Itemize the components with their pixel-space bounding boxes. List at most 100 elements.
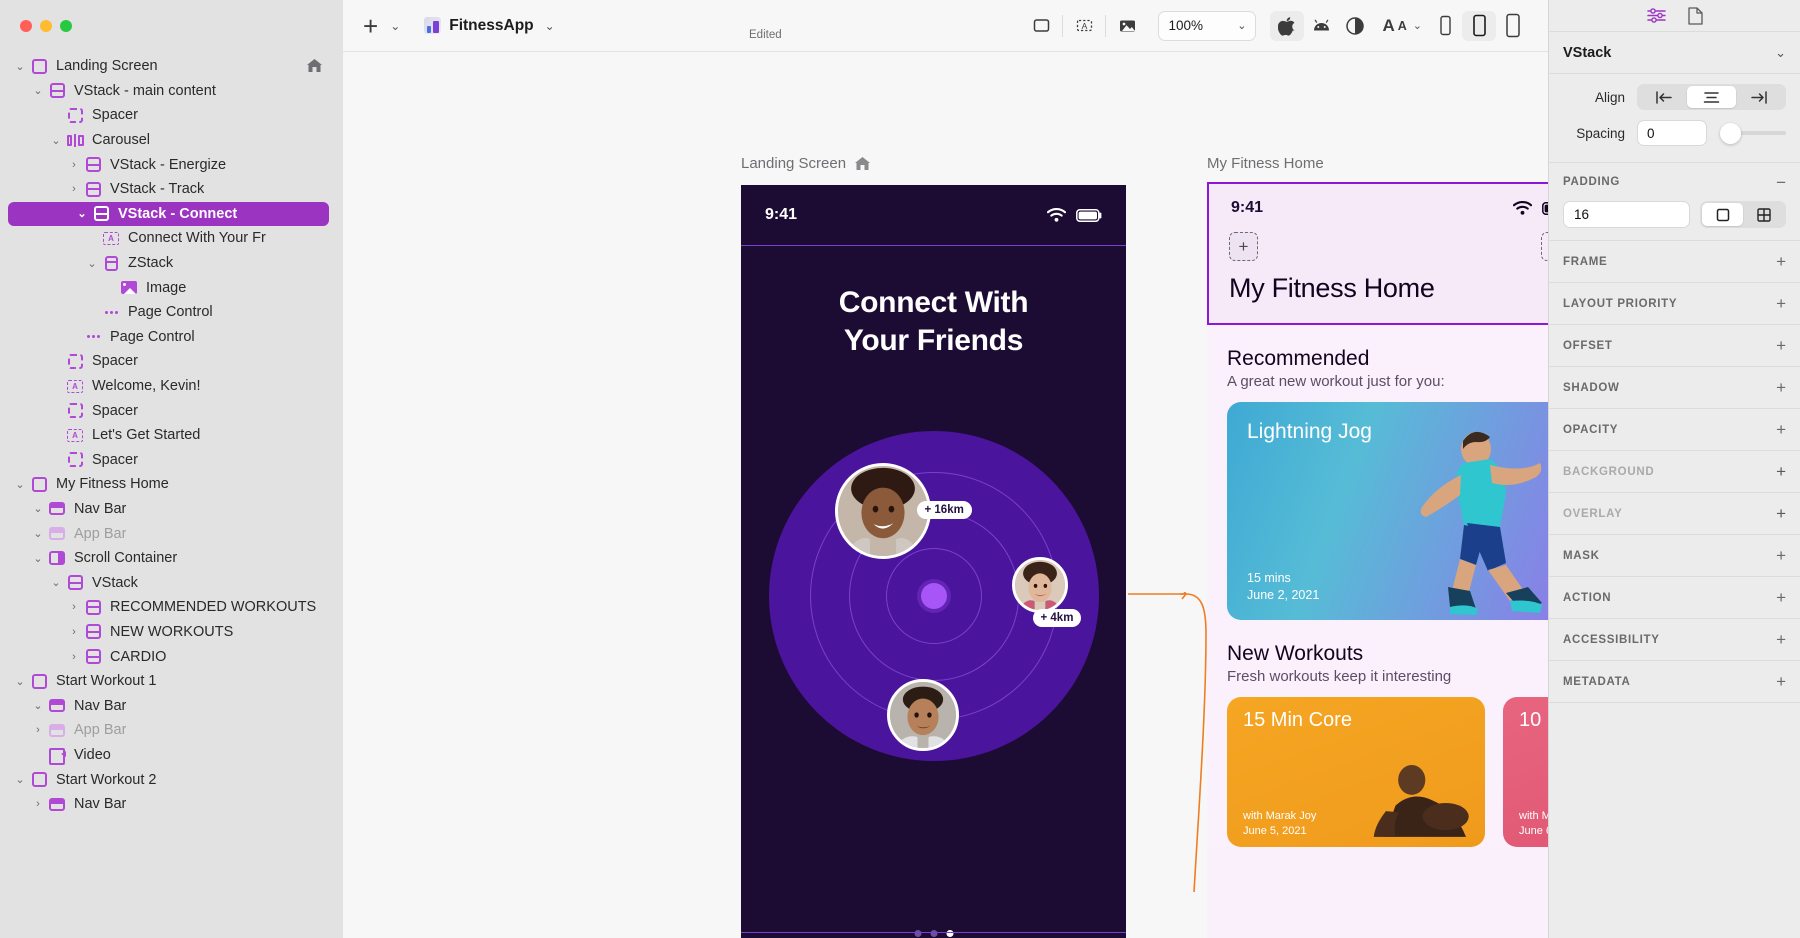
layer-row-scroll-container[interactable]: ⌄ Scroll Container — [0, 546, 343, 571]
inspector-section-layout-priority[interactable]: LAYOUT PRIORITY + — [1549, 283, 1800, 325]
artboard-label-fitness-home[interactable]: My Fitness Home — [1207, 155, 1324, 172]
align-center-icon[interactable] — [1687, 86, 1736, 108]
section-add-button[interactable]: + — [1776, 337, 1786, 354]
device-phone-large-icon[interactable] — [1496, 11, 1530, 41]
device-phone-medium-icon[interactable] — [1462, 10, 1496, 41]
device-phone-small-icon[interactable] — [1428, 11, 1462, 41]
design-canvas[interactable]: Landing Screen 9:41 Connect With Your Fr… — [343, 52, 1548, 938]
layer-row-image[interactable]: ›Image — [0, 275, 343, 300]
minimize-window-button[interactable] — [40, 20, 52, 32]
align-trailing-icon[interactable] — [1736, 86, 1784, 108]
layer-disclosure-chevron-icon[interactable]: › — [66, 651, 82, 663]
layer-row-vstack-connect[interactable]: ⌄ VStack - Connect — [8, 201, 329, 227]
layer-disclosure-chevron-icon[interactable]: ⌄ — [12, 60, 28, 73]
align-segmented-control[interactable] — [1637, 84, 1786, 110]
layer-row-carousel[interactable]: ⌄ Carousel — [0, 128, 343, 153]
padding-input[interactable]: 16 — [1563, 201, 1690, 228]
layer-row-vstack-track[interactable]: › VStack - Track — [0, 177, 343, 202]
inspector-section-overlay[interactable]: OVERLAY + — [1549, 493, 1800, 535]
section-add-button[interactable]: + — [1776, 673, 1786, 690]
layer-disclosure-chevron-icon[interactable]: ⌄ — [48, 576, 64, 589]
layer-row-page-control[interactable]: ›Page Control — [0, 325, 343, 350]
layer-row-spacer[interactable]: ›Spacer — [0, 398, 343, 423]
layer-disclosure-chevron-icon[interactable]: › — [30, 724, 46, 736]
spacing-slider[interactable] — [1720, 120, 1786, 146]
layer-disclosure-chevron-icon[interactable]: › — [66, 183, 82, 195]
text-icon[interactable]: A — [1067, 11, 1101, 41]
layer-disclosure-chevron-icon[interactable]: › — [66, 626, 82, 638]
inspector-section-background[interactable]: BACKGROUND + — [1549, 451, 1800, 493]
section-add-button[interactable]: + — [1776, 379, 1786, 396]
layer-row-welcome-kevin[interactable]: ›AWelcome, Kevin! — [0, 374, 343, 399]
padding-per-edge-icon[interactable] — [1743, 203, 1784, 226]
add-element-placeholder-right[interactable]: + — [1541, 232, 1548, 261]
zoom-select[interactable]: 100% ⌄ — [1158, 10, 1257, 41]
layer-disclosure-chevron-icon[interactable]: ⌄ — [84, 257, 100, 270]
artboard-landing-screen[interactable]: 9:41 Connect With Your Friends + 16km + … — [741, 185, 1126, 938]
layer-disclosure-chevron-icon[interactable]: ⌄ — [48, 134, 64, 147]
maximize-window-button[interactable] — [60, 20, 72, 32]
appearance-contrast-icon[interactable] — [1338, 11, 1372, 41]
close-window-button[interactable] — [20, 20, 32, 32]
layer-row-app-bar[interactable]: › App Bar — [0, 718, 343, 743]
nav-bar-selected[interactable]: 9:41 + My Fitness Home — [1207, 182, 1548, 325]
section-add-button[interactable]: + — [1776, 631, 1786, 648]
layer-disclosure-chevron-icon[interactable]: ⌄ — [12, 773, 28, 786]
layer-row-app-bar[interactable]: ⌄ App Bar — [0, 521, 343, 546]
font-size-control[interactable]: A A ⌄ — [1382, 16, 1422, 36]
layer-disclosure-chevron-icon[interactable]: ⌄ — [30, 84, 46, 97]
layer-row-spacer[interactable]: ›Spacer — [0, 349, 343, 374]
layer-row-spacer[interactable]: ›Spacer — [0, 448, 343, 473]
layer-row-start-workout-1[interactable]: ⌄ Start Workout 1 — [0, 669, 343, 694]
layer-row-connect-with-your-fr[interactable]: ›AConnect With Your Fr — [0, 226, 343, 251]
layer-disclosure-chevron-icon[interactable]: ⌄ — [30, 502, 46, 515]
document-icon[interactable] — [1687, 6, 1703, 25]
layer-row-vstack-main-content[interactable]: ⌄ VStack - main content — [0, 79, 343, 104]
slider-knob[interactable] — [1720, 122, 1741, 144]
workout-card-10-min-fitness[interactable]: 10 Min Fitness with Mandy Smi June 6, 20… — [1503, 697, 1548, 847]
workout-card-15-min-core[interactable]: 15 Min Core with Marak Joy June 5, 2021 — [1227, 697, 1485, 847]
layer-row-let-s-get-started[interactable]: ›ALet's Get Started — [0, 423, 343, 448]
section-add-button[interactable]: + — [1776, 421, 1786, 438]
layer-row-video[interactable]: ›Video — [0, 743, 343, 768]
layer-row-nav-bar[interactable]: › Nav Bar — [0, 792, 343, 817]
layer-row-landing-screen[interactable]: ⌄ Landing Screen — [0, 54, 343, 79]
document-title-block[interactable]: FitnessApp ⌄ — [424, 17, 555, 35]
layer-row-vstack-energize[interactable]: › VStack - Energize — [0, 152, 343, 177]
padding-section-header[interactable]: PADDING − — [1549, 163, 1800, 201]
layer-row-start-workout-2[interactable]: ⌄ Start Workout 2 — [0, 767, 343, 792]
layer-disclosure-chevron-icon[interactable]: ⌄ — [30, 552, 46, 565]
android-platform-icon[interactable] — [1304, 11, 1338, 41]
add-button[interactable]: + — [361, 13, 380, 39]
section-add-button[interactable]: + — [1776, 589, 1786, 606]
layer-disclosure-chevron-icon[interactable]: › — [66, 601, 82, 613]
inspector-section-opacity[interactable]: OPACITY + — [1549, 409, 1800, 451]
section-add-button[interactable]: + — [1776, 505, 1786, 522]
inspector-collapse-chevron-icon[interactable]: ⌄ — [1775, 45, 1786, 61]
padding-mode-segmented[interactable] — [1700, 201, 1786, 228]
layer-disclosure-chevron-icon[interactable]: ⌄ — [30, 699, 46, 712]
layer-disclosure-chevron-icon[interactable]: ⌄ — [30, 527, 46, 540]
add-element-placeholder-left[interactable]: + — [1229, 232, 1258, 261]
layer-row-my-fitness-home[interactable]: ⌄ My Fitness Home — [0, 472, 343, 497]
layer-disclosure-chevron-icon[interactable]: › — [30, 798, 46, 810]
align-leading-icon[interactable] — [1639, 86, 1687, 108]
layout-properties-icon[interactable] — [1646, 7, 1666, 24]
document-chevron-down-icon[interactable]: ⌄ — [545, 19, 555, 33]
layer-row-recommended-workouts[interactable]: › RECOMMENDED WORKOUTS — [0, 595, 343, 620]
section-add-button[interactable]: + — [1776, 295, 1786, 312]
layer-row-nav-bar[interactable]: ⌄ Nav Bar — [0, 693, 343, 718]
padding-uniform-icon[interactable] — [1702, 203, 1743, 226]
frame-icon[interactable] — [1024, 11, 1058, 41]
layer-row-new-workouts[interactable]: › NEW WORKOUTS — [0, 620, 343, 645]
layer-disclosure-chevron-icon[interactable]: ⌄ — [74, 207, 90, 220]
inspector-section-offset[interactable]: OFFSET + — [1549, 325, 1800, 367]
section-add-button[interactable]: + — [1776, 253, 1786, 270]
layer-row-spacer[interactable]: ›Spacer — [0, 103, 343, 128]
layer-row-zstack[interactable]: ⌄ ZStack — [0, 251, 343, 276]
inspector-section-metadata[interactable]: METADATA + — [1549, 661, 1800, 703]
apple-platform-icon[interactable] — [1270, 10, 1305, 41]
layer-row-vstack[interactable]: ⌄ VStack — [0, 570, 343, 595]
spacing-input[interactable]: 0 — [1637, 120, 1707, 146]
layer-row-nav-bar[interactable]: ⌄ Nav Bar — [0, 497, 343, 522]
